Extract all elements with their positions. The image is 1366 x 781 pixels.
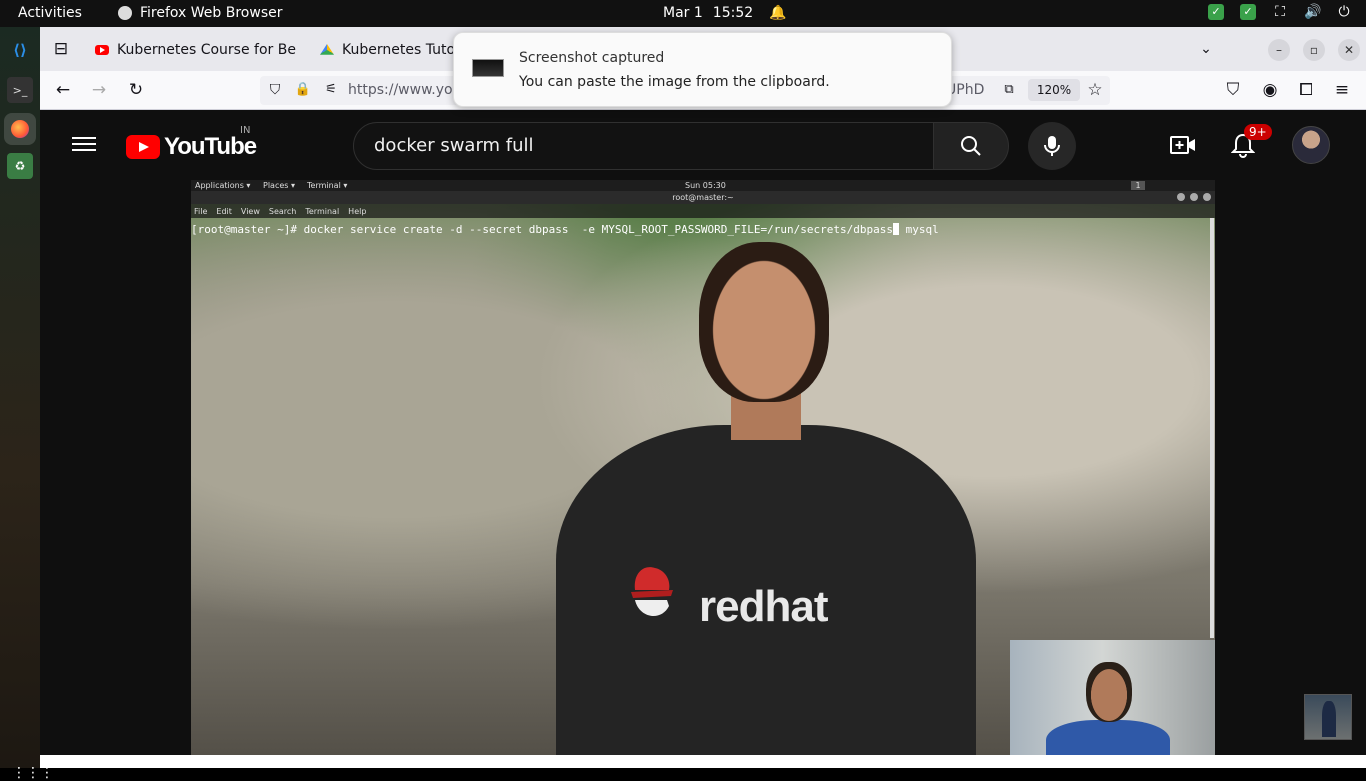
picture-in-picture-icon[interactable]: ⧉: [998, 79, 1020, 101]
video-terminal-title: root@master:~: [672, 193, 734, 202]
command-text: [root@master ~]# docker service create -…: [191, 223, 893, 236]
tab-overview-icon[interactable]: ⊟: [50, 38, 72, 60]
gnome-top-bar: Activities Firefox Web Browser Mar 1 15:…: [0, 0, 1366, 27]
firefox-icon: [118, 6, 132, 20]
search-button[interactable]: [933, 122, 1009, 170]
date: Mar 1: [663, 5, 703, 21]
bell-icon: 🔔: [769, 5, 787, 21]
volume-icon[interactable]: 🔊: [1304, 4, 1321, 20]
notification-body: You can paste the image from the clipboa…: [519, 74, 830, 90]
clock[interactable]: Mar 1 15:52 🔔: [663, 5, 787, 21]
app-menu[interactable]: Firefox Web Browser: [118, 5, 283, 21]
video-panel-applications: Applications ▾: [195, 181, 251, 190]
thumbnail-person: [1322, 701, 1336, 737]
command-text-tail: mysql: [899, 223, 939, 236]
video-panel-clock: Sun 05:30: [685, 181, 726, 190]
shield-check-icon[interactable]: ✓: [1240, 4, 1256, 20]
webcam-person-face: [1086, 662, 1132, 722]
menu-icon[interactable]: ≡: [1331, 79, 1353, 101]
video-menu-item: File: [194, 206, 208, 216]
youtube-logo[interactable]: YouTube IN: [126, 125, 257, 161]
maximize-button[interactable]: ▫: [1303, 39, 1325, 61]
extensions-icon[interactable]: ⧠: [1295, 79, 1317, 101]
update-icon[interactable]: ✓: [1208, 4, 1224, 20]
video-panel-places: Places ▾: [263, 181, 295, 190]
page-bottom-strip: [40, 755, 1366, 768]
back-icon[interactable]: ←: [52, 79, 74, 101]
account-icon[interactable]: ◉: [1259, 79, 1281, 101]
redhat-logo-icon: [631, 567, 673, 617]
create-video-button[interactable]: [1170, 132, 1196, 158]
video-terminal-titlebar: root@master:~: [191, 191, 1215, 204]
voice-search-button[interactable]: [1028, 122, 1076, 170]
terminal-icon[interactable]: >_: [7, 77, 33, 103]
system-tray[interactable]: ✓ ✓ ⛶ 🔊 ⏻: [1208, 4, 1352, 20]
close-button[interactable]: ✕: [1338, 39, 1360, 61]
url-text: https://www.yo: [348, 82, 453, 98]
video-desktop-panel: Applications ▾ Places ▾ Terminal ▾ Sun 0…: [191, 180, 1215, 191]
reload-icon[interactable]: ↻: [125, 79, 147, 101]
video-person-head: [699, 242, 829, 402]
mini-thumbnail[interactable]: [1304, 694, 1352, 740]
bookmark-star-icon[interactable]: ☆: [1084, 79, 1106, 101]
tab-title: Kubernetes Tuto: [342, 42, 456, 58]
avatar[interactable]: [1292, 126, 1330, 164]
firefox-dock-icon[interactable]: [4, 113, 36, 145]
video-menu-item: Help: [348, 206, 367, 216]
webcam-overlay: [1010, 640, 1215, 755]
video-menu-item: Search: [268, 206, 297, 216]
youtube-wordmark: YouTube: [164, 133, 257, 160]
app-name: Firefox Web Browser: [140, 5, 283, 21]
pocket-icon[interactable]: ⛉: [1222, 79, 1244, 101]
network-icon[interactable]: ⛶: [1272, 4, 1288, 20]
search-query: docker swarm full: [374, 135, 534, 156]
search-input[interactable]: docker swarm full: [353, 122, 935, 170]
power-icon[interactable]: ⏻: [1336, 4, 1352, 20]
forward-icon[interactable]: →: [88, 79, 110, 101]
permissions-icon[interactable]: ⚟: [320, 79, 342, 101]
notification-title: Screenshot captured: [519, 50, 665, 66]
tracking-shield-icon[interactable]: ⛉: [264, 79, 286, 101]
lock-icon[interactable]: 🔒: [292, 79, 314, 101]
video-menu-item: View: [240, 206, 260, 216]
tab-youtube[interactable]: Kubernetes Course for Be: [95, 34, 305, 66]
webcam-person-body: [1046, 720, 1170, 755]
tab-title: Kubernetes Course for Be: [117, 42, 296, 58]
video-menu-item: Terminal: [305, 206, 340, 216]
dock: ⟨⟩ >_ ♻ ⋮⋮⋮: [0, 27, 54, 781]
hamburger-menu-icon[interactable]: [72, 133, 96, 157]
screenshot-notification[interactable]: Screenshot captured You can paste the im…: [453, 32, 952, 107]
youtube-header: YouTube IN docker swarm full 9+: [40, 110, 1366, 180]
video-terminal-scrollbar: [1210, 218, 1214, 638]
video-window-buttons: [1177, 193, 1211, 201]
video-plus-icon: [1170, 136, 1195, 154]
recycle-bin-icon[interactable]: ♻: [7, 153, 33, 179]
notification-count-badge: 9+: [1244, 124, 1272, 140]
vscode-icon[interactable]: ⟨⟩: [7, 37, 33, 63]
youtube-favicon-icon: [95, 45, 109, 55]
microphone-icon: [1044, 136, 1060, 156]
video-terminal-menubar: File Edit View Search Terminal Help: [191, 204, 1215, 218]
minimize-button[interactable]: –: [1268, 39, 1290, 61]
screenshot-thumbnail: [472, 59, 504, 77]
chevron-down-icon[interactable]: ⌄: [1195, 38, 1217, 60]
region-code: IN: [240, 125, 251, 136]
drive-favicon-icon: [320, 44, 334, 55]
video-panel-terminal: Terminal ▾: [307, 181, 348, 190]
tab-kubernetes-tutorial[interactable]: Kubernetes Tuto: [320, 34, 460, 66]
shirt-text: redhat: [699, 582, 828, 631]
video-menu-item: Edit: [216, 206, 232, 216]
search-icon: [961, 136, 981, 156]
time: 15:52: [712, 5, 754, 21]
firefox-window: ⊟ Kubernetes Course for Be Kubernetes Tu…: [40, 27, 1366, 768]
video-terminal-command: [root@master ~]# docker service create -…: [191, 223, 939, 236]
youtube-play-icon: [126, 135, 160, 159]
activities-button[interactable]: Activities: [18, 5, 82, 21]
zoom-level[interactable]: 120%: [1028, 79, 1080, 101]
video-workspace-indicator: 1: [1131, 181, 1145, 190]
